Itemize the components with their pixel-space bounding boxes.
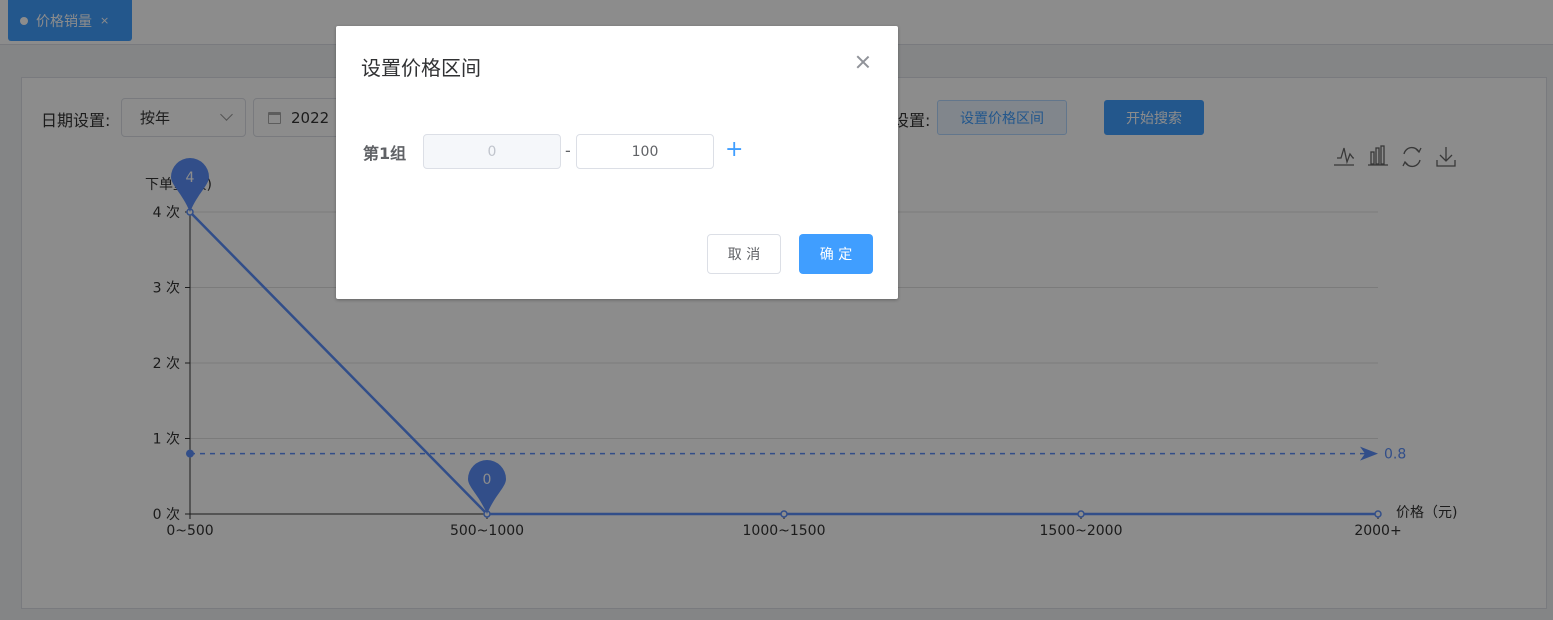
close-icon[interactable] [855, 54, 871, 70]
group-label: 第1组 [363, 144, 407, 163]
min-price-input: 0 [423, 134, 561, 169]
add-group-icon[interactable]: + [725, 136, 743, 164]
cancel-button[interactable]: 取 消 [707, 234, 781, 274]
dialog-title: 设置价格区间 [361, 56, 481, 80]
confirm-button[interactable]: 确 定 [799, 234, 873, 274]
price-range-dialog: 设置价格区间 第1组 0 - 100 + 取 消 确 定 [336, 26, 898, 299]
range-separator: - [565, 141, 571, 160]
max-price-input[interactable]: 100 [576, 134, 714, 169]
